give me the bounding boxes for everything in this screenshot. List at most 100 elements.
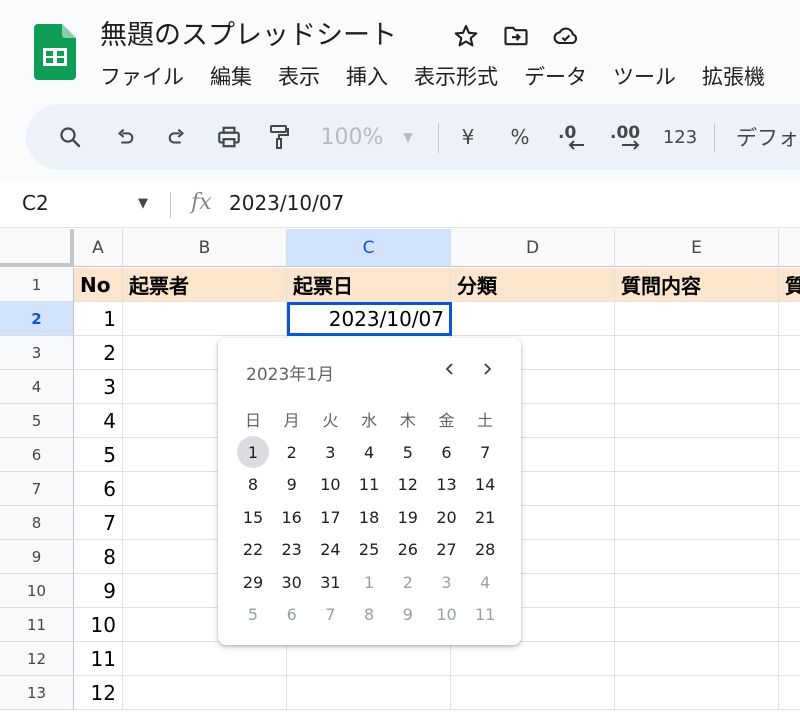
format-percent-button[interactable]: % [508, 104, 532, 170]
calendar-day[interactable]: 1 [235, 436, 271, 468]
cell-b12[interactable] [123, 642, 287, 676]
previous-month-button[interactable] [437, 356, 463, 382]
cell-f1[interactable]: 質 [779, 268, 800, 302]
cell-f12[interactable] [779, 642, 800, 676]
cell-b13[interactable] [123, 676, 287, 710]
cell-c12[interactable] [287, 642, 451, 676]
row-header-3[interactable]: 3 [0, 336, 74, 370]
cell-e12[interactable] [615, 642, 779, 676]
column-header-b[interactable]: B [123, 229, 287, 267]
calendar-day[interactable]: 5 [235, 600, 271, 630]
cell-f7[interactable] [779, 472, 800, 506]
calendar-day[interactable]: 10 [312, 470, 348, 500]
menu-view[interactable]: 表示 [278, 61, 320, 91]
calendar-day[interactable]: 29 [235, 567, 271, 597]
cell-a13[interactable]: 12 [74, 676, 123, 710]
calendar-day[interactable]: 4 [467, 567, 503, 597]
cell-d1[interactable]: 分類 [451, 268, 615, 302]
column-header-e[interactable]: E [615, 229, 779, 267]
cell-f3[interactable] [779, 336, 800, 370]
calendar-day[interactable]: 2 [274, 437, 310, 467]
calendar-day[interactable]: 24 [312, 535, 348, 565]
paint-format-button[interactable] [264, 104, 294, 170]
cell-f4[interactable] [779, 370, 800, 404]
calendar-day[interactable]: 19 [390, 502, 426, 532]
cell-a11[interactable]: 10 [74, 608, 123, 642]
select-all-corner[interactable] [0, 229, 74, 267]
chevron-down-icon[interactable]: ▼ [138, 196, 148, 211]
calendar-day[interactable]: 8 [235, 470, 271, 500]
calendar-day[interactable]: 30 [274, 567, 310, 597]
calendar-day[interactable]: 6 [429, 437, 465, 467]
calendar-day[interactable]: 21 [467, 502, 503, 532]
calendar-day[interactable]: 10 [429, 600, 465, 630]
zoom-caret-icon[interactable]: ▼ [398, 104, 418, 170]
cell-a10[interactable]: 9 [74, 574, 123, 608]
cell-a2[interactable]: 1 [74, 302, 123, 336]
name-box[interactable]: C2 [22, 191, 49, 215]
print-button[interactable] [213, 104, 245, 170]
calendar-day[interactable]: 20 [429, 502, 465, 532]
menu-data[interactable]: データ [524, 61, 587, 91]
menu-file[interactable]: ファイル [100, 61, 184, 91]
calendar-day[interactable]: 7 [312, 600, 348, 630]
cell-a5[interactable]: 4 [74, 404, 123, 438]
zoom-select[interactable]: 100% [316, 104, 388, 170]
cell-e8[interactable] [615, 506, 779, 540]
calendar-day[interactable]: 11 [467, 600, 503, 630]
calendar-day[interactable]: 11 [351, 470, 387, 500]
calendar-day[interactable]: 15 [235, 502, 271, 532]
redo-button[interactable] [162, 104, 192, 170]
cell-f8[interactable] [779, 506, 800, 540]
menu-insert[interactable]: 挿入 [346, 61, 388, 91]
row-header-13[interactable]: 13 [0, 676, 74, 710]
cell-e6[interactable] [615, 438, 779, 472]
cell-a9[interactable]: 8 [74, 540, 123, 574]
cell-b1[interactable]: 起票者 [123, 268, 287, 302]
row-header-11[interactable]: 11 [0, 608, 74, 642]
cell-e1[interactable]: 質問内容 [615, 268, 779, 302]
cell-d12[interactable] [451, 642, 615, 676]
row-header-8[interactable]: 8 [0, 506, 74, 540]
cell-e9[interactable] [615, 540, 779, 574]
calendar-day[interactable]: 5 [390, 437, 426, 467]
calendar-day[interactable]: 9 [274, 470, 310, 500]
calendar-day[interactable]: 27 [429, 535, 465, 565]
calendar-day[interactable]: 12 [390, 470, 426, 500]
cell-a8[interactable]: 7 [74, 506, 123, 540]
column-header-a[interactable]: A [74, 229, 123, 267]
sheets-logo-icon[interactable] [34, 24, 76, 80]
undo-button[interactable] [110, 104, 140, 170]
calendar-day[interactable]: 1 [351, 567, 387, 597]
cell-f9[interactable] [779, 540, 800, 574]
star-icon[interactable] [452, 22, 480, 50]
cell-a12[interactable]: 11 [74, 642, 123, 676]
column-header-c[interactable]: C [287, 229, 451, 267]
search-menus-button[interactable] [54, 104, 86, 170]
calendar-day[interactable]: 23 [274, 535, 310, 565]
cell-a4[interactable]: 3 [74, 370, 123, 404]
calendar-day[interactable]: 2 [390, 567, 426, 597]
calendar-day[interactable]: 7 [467, 437, 503, 467]
row-header-4[interactable]: 4 [0, 370, 74, 404]
calendar-day[interactable]: 14 [467, 470, 503, 500]
calendar-day[interactable]: 17 [312, 502, 348, 532]
row-header-7[interactable]: 7 [0, 472, 74, 506]
cell-e5[interactable] [615, 404, 779, 438]
calendar-day[interactable]: 3 [429, 567, 465, 597]
cell-b2[interactable] [123, 302, 287, 336]
active-cell-c2[interactable]: 2023/10/07 [287, 302, 452, 336]
cell-a1[interactable]: No [74, 268, 123, 302]
row-header-6[interactable]: 6 [0, 438, 74, 472]
menu-edit[interactable]: 編集 [210, 61, 252, 91]
cell-c13[interactable] [287, 676, 451, 710]
menu-tools[interactable]: ツール [613, 61, 676, 91]
cell-e2[interactable] [615, 302, 779, 336]
formula-input[interactable]: 2023/10/07 [229, 191, 344, 215]
cell-a3[interactable]: 2 [74, 336, 123, 370]
calendar-day[interactable]: 25 [351, 535, 387, 565]
calendar-day[interactable]: 22 [235, 535, 271, 565]
cell-c1[interactable]: 起票日 [287, 268, 451, 302]
cell-f13[interactable] [779, 676, 800, 710]
cell-d13[interactable] [451, 676, 615, 710]
